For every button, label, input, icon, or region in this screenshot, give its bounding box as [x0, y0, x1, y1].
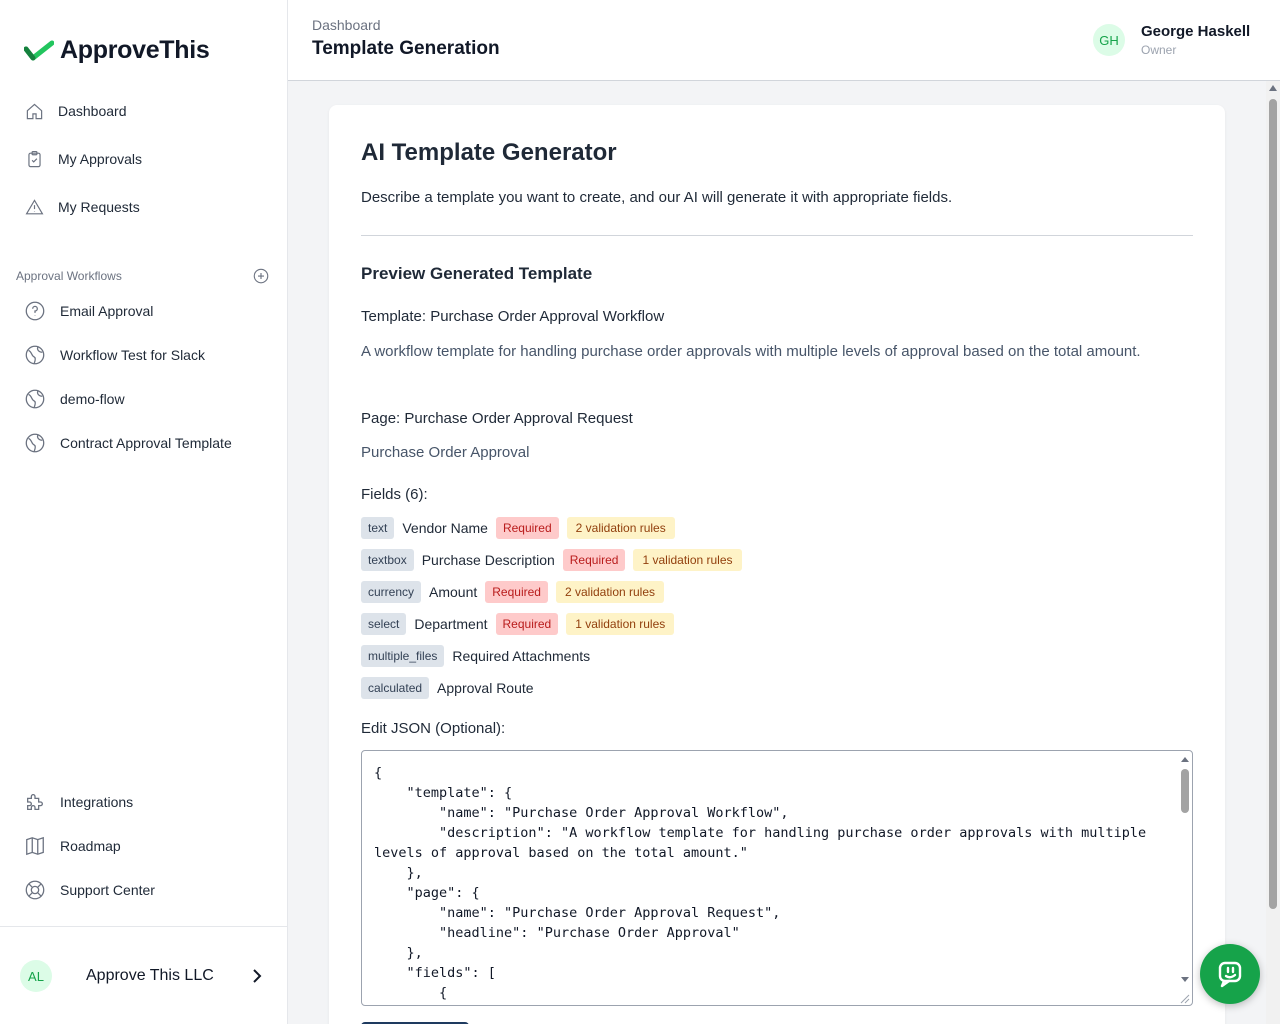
globe-icon [25, 433, 45, 453]
chevron-right-icon [250, 967, 264, 985]
template-generator-card: AI Template Generator Describe a templat… [329, 105, 1225, 1024]
globe-icon [25, 345, 45, 365]
page-scroll-thumb[interactable] [1269, 99, 1277, 909]
validation-rules-badge: 2 validation rules [555, 581, 665, 603]
nav-roadmap[interactable]: Roadmap [24, 835, 121, 857]
field-name: Vendor Name [402, 520, 488, 536]
field-type-badge: currency [361, 581, 422, 603]
map-icon [26, 836, 44, 856]
nav-my-requests[interactable]: My Requests [24, 197, 140, 217]
globe-icon [25, 389, 45, 409]
page-headline: Purchase Order Approval [361, 444, 530, 461]
fields-label: Fields (6): [361, 486, 428, 503]
divider [361, 235, 1193, 236]
puzzle-icon [27, 794, 43, 810]
org-avatar: AL [20, 960, 52, 992]
workflow-item-label: Email Approval [60, 303, 154, 319]
field-name: Purchase Description [421, 552, 555, 568]
generator-description: Describe a template you want to create, … [361, 189, 953, 206]
nav-integrations-label: Integrations [60, 794, 134, 810]
required-badge: Required [495, 517, 559, 539]
json-editor-label: Edit JSON (Optional): [361, 720, 506, 737]
json-scroll-thumb[interactable] [1181, 769, 1189, 813]
resize-handle-icon[interactable] [1178, 991, 1190, 1004]
field-type-badge: select [361, 613, 407, 635]
template-name: Template: Purchase Order Approval Workfl… [361, 308, 665, 325]
page-scrollbar[interactable] [1266, 81, 1280, 1024]
nav-support-center[interactable]: Support Center [24, 879, 155, 901]
field-name: Department [414, 616, 488, 632]
home-icon [24, 101, 44, 121]
field-name: Approval Route [437, 680, 534, 696]
nav-roadmap-label: Roadmap [60, 838, 121, 854]
workflows-section-label: Approval Workflows [16, 269, 122, 283]
top-header: Dashboard Template Generation GH George … [288, 0, 1280, 81]
user-avatar[interactable]: GH [1093, 24, 1125, 56]
nav-integrations[interactable]: Integrations [24, 791, 133, 813]
lifebuoy-icon [25, 880, 45, 900]
workflow-item-contract-approval[interactable]: Contract Approval Template [24, 432, 232, 454]
required-badge: Required [485, 581, 548, 603]
org-switcher[interactable]: AL Approve This LLC [0, 926, 287, 1024]
checkmark-logo-icon [24, 40, 54, 60]
main-content: AI Template Generator Describe a templat… [288, 81, 1280, 1024]
validation-rules-badge: 2 validation rules [566, 517, 675, 539]
breadcrumb[interactable]: Dashboard [312, 17, 381, 33]
workflow-item-email-approval[interactable]: Email Approval [24, 300, 153, 322]
field-name: Required Attachments [452, 648, 591, 664]
required-badge: Required [562, 549, 626, 571]
add-workflow-button[interactable] [252, 267, 270, 285]
json-editor-content[interactable]: { "template": { "name": "Purchase Order … [374, 763, 1174, 1003]
chat-support-button[interactable] [1200, 944, 1260, 1004]
nav-dashboard[interactable]: Dashboard [24, 101, 127, 121]
org-name: Approve This LLC [86, 967, 214, 984]
field-row: textbox Purchase Description Required 1 … [361, 548, 742, 572]
nav-my-approvals[interactable]: My Approvals [24, 149, 142, 169]
scroll-up-arrow-icon[interactable] [1181, 757, 1189, 762]
field-row: currency Amount Required 2 validation ru… [361, 580, 665, 604]
required-badge: Required [495, 613, 559, 635]
json-editor-scrollbar[interactable] [1180, 753, 1190, 1003]
user-name: George Haskell [1141, 23, 1251, 40]
page-name: Page: Purchase Order Approval Request [361, 410, 633, 427]
question-circle-icon [25, 301, 45, 321]
field-row: multiple_files Required Attachments [361, 644, 590, 668]
brand-name: ApproveThis [60, 36, 210, 64]
validation-rules-badge: 1 validation rules [566, 613, 675, 635]
field-type-badge: text [361, 517, 395, 539]
workflow-item-label: Workflow Test for Slack [60, 347, 205, 363]
user-role: Owner [1141, 43, 1177, 57]
field-row: text Vendor Name Required 2 validation r… [361, 516, 675, 540]
workflow-item-slack[interactable]: Workflow Test for Slack [24, 344, 205, 366]
field-type-badge: textbox [361, 549, 414, 571]
preview-title: Preview Generated Template [361, 264, 593, 283]
plus-circle-icon [253, 268, 269, 284]
json-editor-textarea[interactable]: { "template": { "name": "Purchase Order … [361, 750, 1193, 1006]
field-row: calculated Approval Route [361, 676, 534, 700]
field-type-badge: calculated [361, 677, 430, 699]
brand-logo[interactable]: ApproveThis [24, 36, 210, 65]
scroll-down-arrow-icon[interactable] [1181, 977, 1189, 982]
page-title: Template Generation [312, 38, 500, 59]
chat-icon [1218, 961, 1242, 988]
field-name: Amount [429, 584, 478, 600]
field-type-badge: multiple_files [361, 645, 445, 667]
workflow-item-demo-flow[interactable]: demo-flow [24, 388, 125, 410]
nav-my-approvals-label: My Approvals [58, 151, 143, 167]
field-row: select Department Required 1 validation … [361, 612, 675, 636]
nav-dashboard-label: Dashboard [58, 103, 127, 119]
workflow-item-label: demo-flow [60, 391, 125, 407]
clipboard-check-icon [24, 149, 44, 169]
scroll-up-arrow-icon[interactable] [1269, 85, 1277, 91]
workflow-item-label: Contract Approval Template [60, 435, 232, 451]
validation-rules-badge: 1 validation rules [633, 549, 742, 571]
template-description: A workflow template for handling purchas… [361, 343, 1141, 360]
warning-triangle-icon [24, 197, 44, 217]
nav-my-requests-label: My Requests [58, 199, 140, 215]
sidebar: ApproveThis Dashboard My Approvals My Re… [0, 0, 288, 1024]
generator-title: AI Template Generator [361, 139, 617, 166]
nav-support-center-label: Support Center [60, 882, 155, 898]
